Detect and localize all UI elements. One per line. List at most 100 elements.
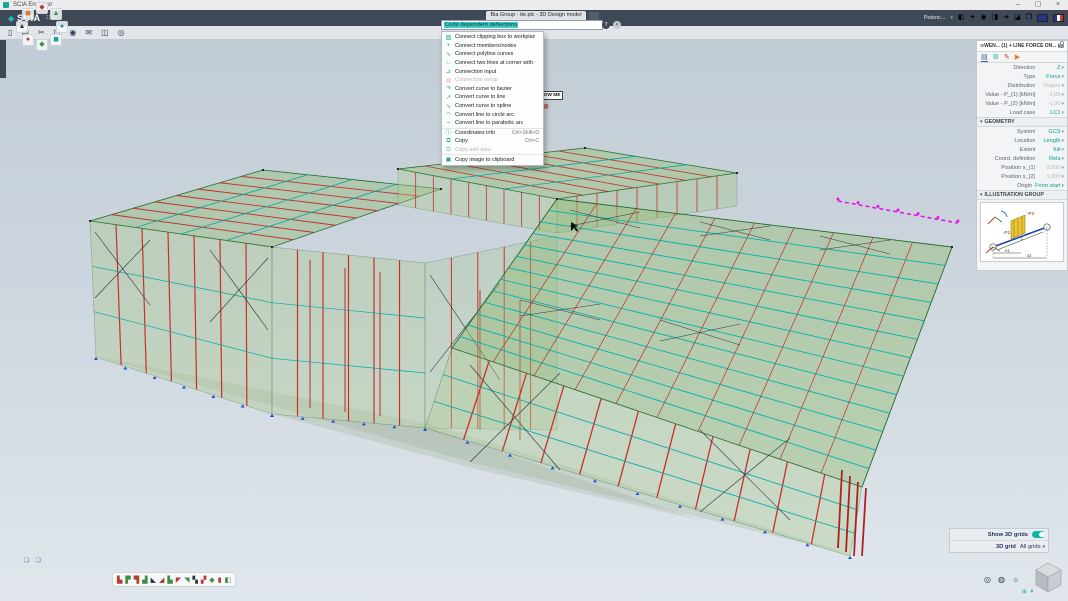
toolbar-icon[interactable]: ◫ xyxy=(101,28,109,37)
favorite-icon[interactable]: ▲ xyxy=(50,8,62,20)
property-row[interactable]: Extent full ▾ xyxy=(977,145,1067,154)
menu-item[interactable]: + Connect members/nodes xyxy=(442,42,543,51)
appbar-tool-icon[interactable]: ◧ xyxy=(958,12,965,24)
maximize-button[interactable]: ▢ xyxy=(1028,0,1048,10)
command-search-input[interactable]: Code dependent deflections xyxy=(441,20,603,30)
property-value[interactable]: 0,000 xyxy=(1038,165,1060,171)
favorite-tool-icon[interactable]: ▜ xyxy=(134,576,139,584)
favorite-icon[interactable]: ◼ xyxy=(22,8,34,20)
property-row[interactable]: Value - P_(1) [kN/m] -1,00 ▾ xyxy=(977,90,1067,99)
menu-item[interactable]: ⧉ Copy Ctrl+C xyxy=(442,137,543,146)
geometry-section-header[interactable]: ▾ GEOMETRY xyxy=(977,117,1067,127)
favorite-tool-icon[interactable]: ◆ xyxy=(209,576,214,584)
favorite-tool-icon[interactable]: ▮ xyxy=(218,576,222,584)
appbar-tool-icon[interactable]: ◨ xyxy=(992,12,999,24)
status-icon[interactable]: ◎ xyxy=(984,575,991,584)
menu-item[interactable]: ▦ Connection setup xyxy=(442,76,543,85)
property-row[interactable]: Coord. definition Rela ▾ xyxy=(977,154,1067,163)
new-tab-stub[interactable] xyxy=(589,12,599,20)
property-row[interactable]: Value - P_(2) [kN/m] -1,00 ▾ xyxy=(977,99,1067,108)
fr-flag-icon[interactable] xyxy=(1053,14,1064,22)
favorite-tool-icon[interactable]: ▛ xyxy=(125,576,130,584)
show-grids-toggle[interactable] xyxy=(1032,531,1045,538)
favorite-tool-icon[interactable]: ◢ xyxy=(159,576,164,584)
toolbar-icon[interactable]: ◎ xyxy=(118,28,125,37)
property-value[interactable]: From start xyxy=(1035,183,1060,189)
profile-menu[interactable]: Potenc... xyxy=(924,15,946,21)
menu-item[interactable]: ∟ Connect two lines at corner with un ..… xyxy=(442,59,543,68)
favorite-tool-icon[interactable]: ▙ xyxy=(117,576,122,584)
menu-item[interactable]: ∿ Convert curve to spline xyxy=(442,102,543,111)
menu-item[interactable]: ◠ Convert line to circle arc xyxy=(442,110,543,119)
property-value[interactable]: Z xyxy=(1038,65,1060,71)
property-value[interactable]: full xyxy=(1038,147,1060,153)
status-mini-icon[interactable]: ⊞ xyxy=(1022,589,1027,595)
favorite-tool-icon[interactable]: ◣ xyxy=(151,576,156,584)
menu-item[interactable]: ▣ Copy image to clipboard xyxy=(442,154,543,164)
favorite-icon[interactable]: ◆ xyxy=(36,39,48,51)
navigation-cube[interactable] xyxy=(1030,557,1067,597)
property-row[interactable]: Location Length ▾ xyxy=(977,136,1067,145)
toolbar-icon[interactable]: ✉ xyxy=(85,28,92,37)
favorite-icon[interactable]: ● xyxy=(56,21,68,33)
menu-item[interactable]: ⓘ Coordinates info Ctrl+Shift+D xyxy=(442,128,543,138)
favorite-tool-icon[interactable]: ▞ xyxy=(201,576,206,584)
favorite-icon[interactable]: ◆ xyxy=(36,2,48,14)
property-row[interactable]: Position x_(1) 0,000 ▾ xyxy=(977,163,1067,172)
menu-item[interactable]: ⧉ Copy add data xyxy=(442,146,543,155)
search-help-button[interactable]: ? xyxy=(602,21,610,29)
property-value[interactable]: -1,00 xyxy=(1038,101,1060,107)
property-row[interactable]: Position x_(2) 1,000 ▾ xyxy=(977,172,1067,181)
property-value[interactable]: Force xyxy=(1038,74,1060,80)
appbar-tool-icon[interactable]: ✦ xyxy=(970,12,976,24)
favorite-tool-icon[interactable]: ◧ xyxy=(225,576,232,584)
toolbar-icon[interactable]: ◉ xyxy=(69,28,76,37)
favorite-tool-icon[interactable]: ▙ xyxy=(167,576,172,584)
panel-tab-icon[interactable]: ▤ xyxy=(981,53,988,62)
pin-icon[interactable]: ❏ xyxy=(24,557,29,564)
panel-tab-icon[interactable]: ▶ xyxy=(1015,53,1020,61)
appbar-tool-icon[interactable]: ◉ xyxy=(980,12,986,24)
property-value[interactable]: Rela xyxy=(1038,156,1060,162)
property-row[interactable]: Direction Z ▾ xyxy=(977,63,1067,72)
search-close-button[interactable]: × xyxy=(613,21,621,29)
scene-side-tab[interactable] xyxy=(0,40,6,78)
property-row[interactable]: Distribution Trapez ▾ xyxy=(977,81,1067,90)
property-value[interactable]: -1,00 xyxy=(1038,92,1060,98)
status-icon[interactable]: ◍ xyxy=(998,575,1005,584)
menu-item[interactable]: ∿ Connect polyline curves xyxy=(442,50,543,59)
favorite-tool-icon[interactable]: ▟ xyxy=(142,576,147,584)
property-row[interactable]: Type Force ▾ xyxy=(977,72,1067,81)
property-value[interactable]: 1,000 xyxy=(1038,174,1060,180)
toolbar-icon[interactable]: ▯ xyxy=(8,28,12,37)
panel-tab-icon[interactable]: ⚙ xyxy=(993,53,999,61)
close-button[interactable]: × xyxy=(1048,0,1068,10)
lock-icon[interactable] xyxy=(1059,44,1064,48)
eu-flag-icon[interactable] xyxy=(1037,14,1048,22)
favorite-icon[interactable]: ● xyxy=(22,34,34,46)
property-value[interactable]: Length xyxy=(1038,138,1060,144)
property-value[interactable]: GCS xyxy=(1038,129,1060,135)
favorite-tool-icon[interactable]: ◤ xyxy=(176,576,181,584)
favorite-tool-icon[interactable]: ◥ xyxy=(184,576,189,584)
property-row[interactable]: Origin From start ▾ xyxy=(977,181,1067,190)
menu-item[interactable]: ⌣ Convert line to parabolic arc xyxy=(442,119,543,128)
favorite-icon[interactable]: ◼ xyxy=(50,34,62,46)
illustration-section-header[interactable]: ▾ ILLUSTRATION GROUP xyxy=(977,190,1067,200)
minimize-button[interactable]: – xyxy=(1008,0,1028,10)
menu-item[interactable]: ⊿ Connection input xyxy=(442,67,543,76)
menu-item[interactable]: ↷ Convert curve to bezier xyxy=(442,85,543,94)
favorite-tool-icon[interactable]: ▚ xyxy=(193,576,198,584)
document-tab[interactable]: Bia Group - ite.plc - 3D Design model xyxy=(486,11,586,20)
property-row[interactable]: System GCS ▾ xyxy=(977,127,1067,136)
favorite-icon[interactable]: ▲ xyxy=(16,21,28,33)
menu-item[interactable]: ↗ Convert curve to line xyxy=(442,93,543,102)
property-row[interactable]: Load case LC1 ▾ xyxy=(977,108,1067,117)
appbar-tool-icon[interactable]: ◪ xyxy=(1014,12,1021,24)
status-icon[interactable]: ☼ xyxy=(1012,575,1019,584)
property-value[interactable]: LC1 xyxy=(1038,110,1060,116)
toolbar-icon[interactable]: ✂ xyxy=(38,28,45,37)
pin-icon[interactable]: ❏ xyxy=(35,557,40,564)
appbar-tool-icon[interactable]: ❐ xyxy=(1026,12,1032,24)
menu-item[interactable]: ▧ Connect clipping box to workplane xyxy=(442,33,543,42)
